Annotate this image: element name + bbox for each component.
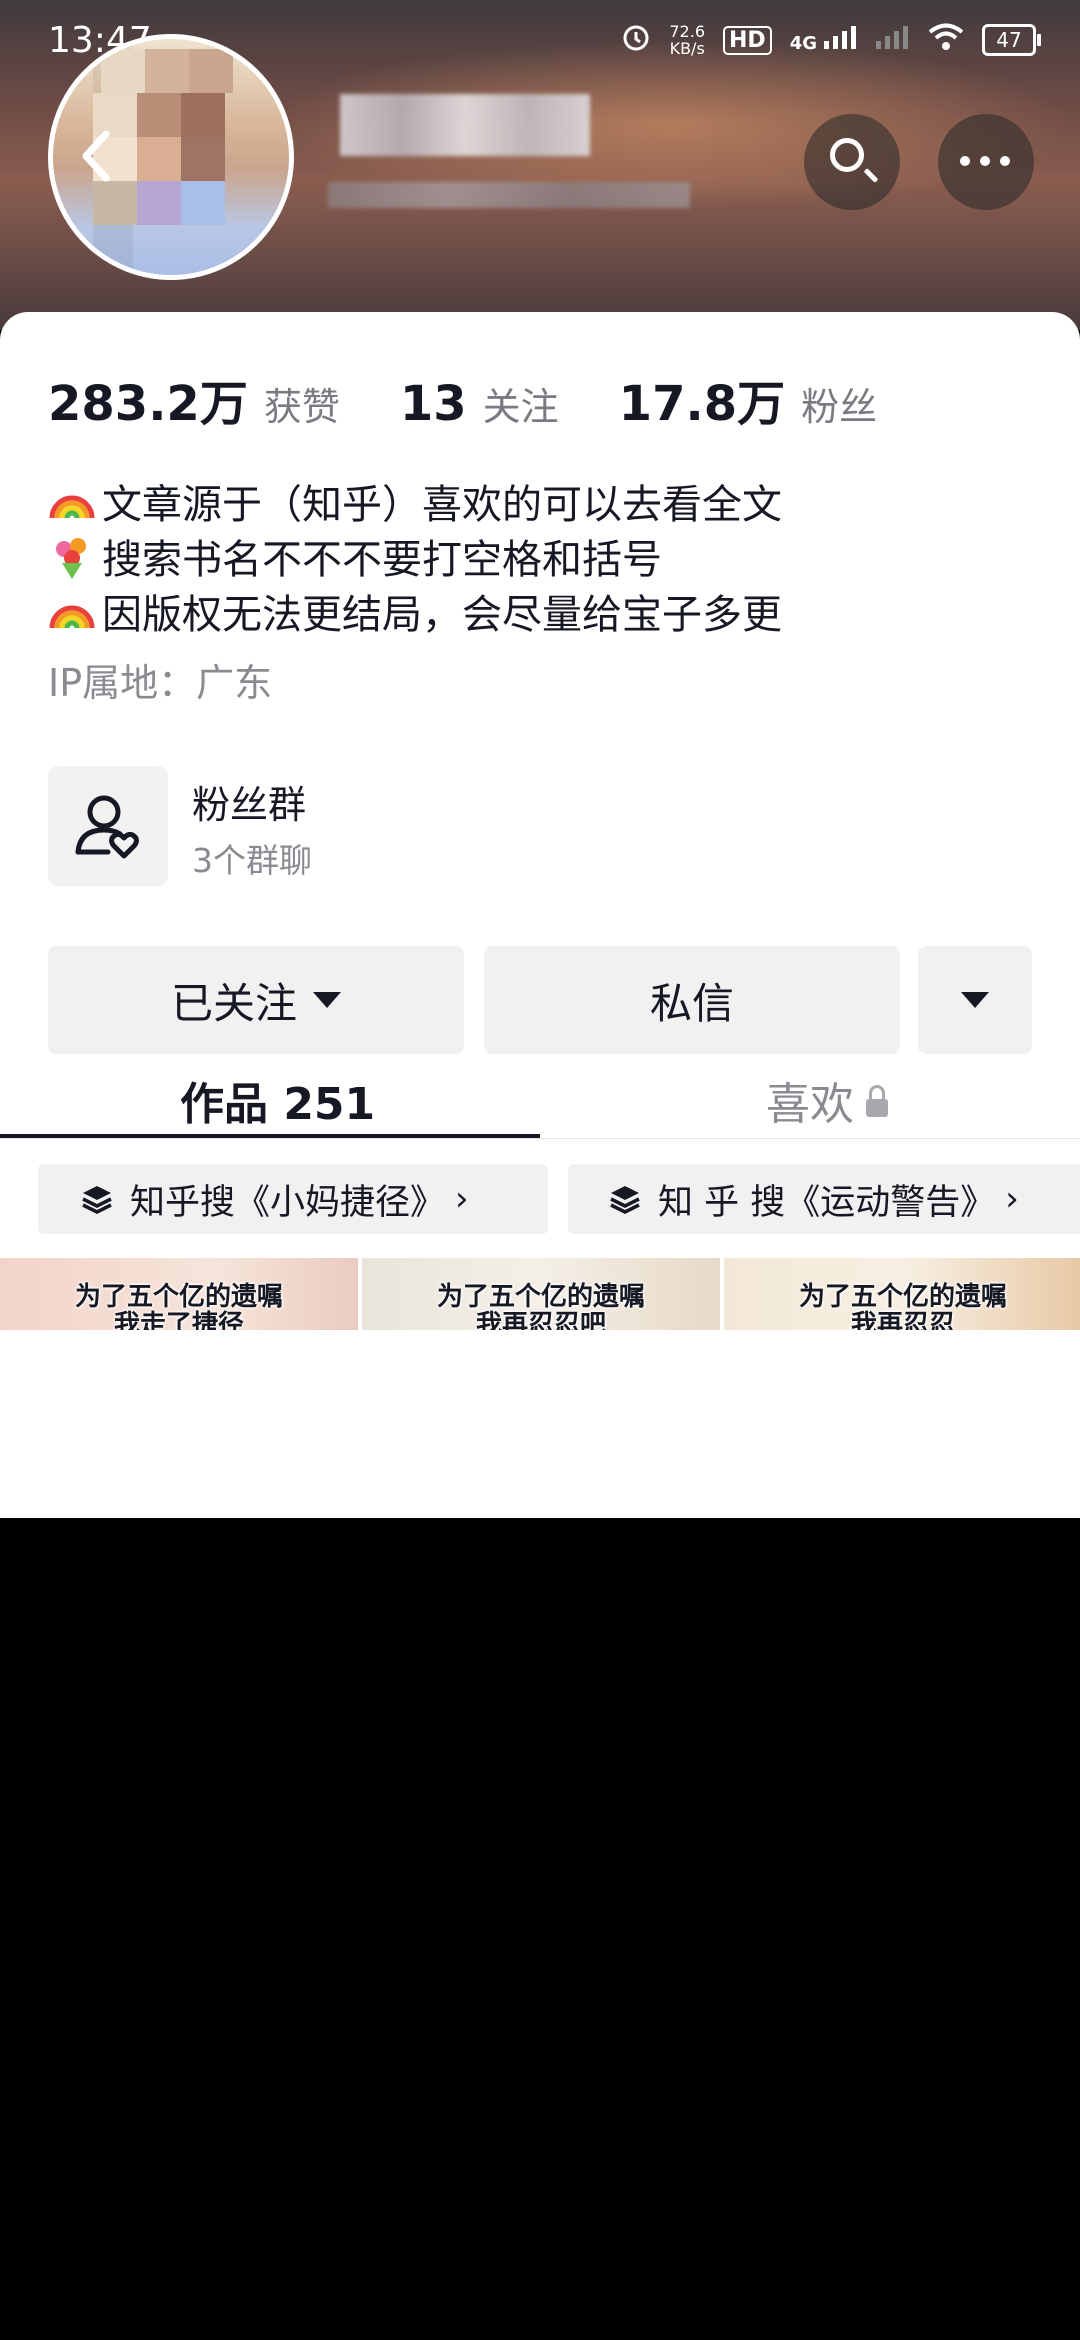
- tab-works[interactable]: 作品 251: [180, 1068, 375, 1132]
- back-button[interactable]: [66, 128, 126, 188]
- signal-empty-icon: [876, 25, 910, 55]
- video-thumbnail[interactable]: 为了五个亿的遗嘱 我再忍忍: [724, 1258, 1080, 1330]
- alarm-icon: [621, 22, 651, 58]
- stat-followers-value: 17.8万: [618, 376, 786, 432]
- search-icon: [830, 138, 864, 172]
- stat-following[interactable]: 13 关注: [400, 376, 559, 432]
- fan-group-icon-box: [48, 766, 168, 886]
- tab-likes[interactable]: 喜欢: [766, 1068, 888, 1132]
- user-heart-icon: [75, 795, 139, 859]
- user-id-blurred: [328, 182, 690, 208]
- more-dots-icon: [960, 156, 1010, 166]
- following-button[interactable]: 已关注: [48, 946, 464, 1054]
- video-caption: 我走了捷径: [113, 1310, 244, 1330]
- chevron-left-icon: [82, 130, 110, 182]
- profile-header-banner: 13:47 72.6 KB/s HD 4G 47: [0, 0, 1080, 330]
- message-button[interactable]: 私信: [484, 946, 900, 1054]
- stat-likes[interactable]: 283.2万 获赞: [48, 364, 340, 434]
- following-label: 已关注: [170, 978, 297, 1028]
- bio-line: 因版权无法更结局，会尽量给宝子多更: [48, 588, 782, 643]
- profile-card: 283.2万 获赞 13 关注 17.8万 粉丝 文章源于（知乎）喜欢的可以去看…: [0, 312, 1080, 1518]
- rainbow-icon: [49, 495, 95, 519]
- lock-icon: [866, 1085, 888, 1117]
- chevron-right-icon: ›: [455, 1179, 469, 1219]
- content-tabs: 作品 251 喜欢: [0, 1068, 1080, 1138]
- stat-following-label: 关注: [482, 385, 559, 429]
- bio-text: 因版权无法更结局，会尽量给宝子多更: [102, 592, 782, 638]
- bio-text: 文章源于（知乎）喜欢的可以去看全文: [102, 482, 782, 528]
- stack-layers-icon: [82, 1186, 112, 1214]
- collection-chip[interactable]: 知 乎 搜《运动警告》 ›: [568, 1164, 1080, 1234]
- chevron-right-icon: ›: [1005, 1179, 1019, 1219]
- video-caption: 我再忍忍吧: [475, 1310, 606, 1330]
- more-button[interactable]: [938, 114, 1034, 210]
- message-label: 私信: [649, 978, 734, 1028]
- video-thumbnail[interactable]: 为了五个亿的遗嘱 我走了捷径: [0, 1258, 358, 1330]
- fan-group-title: 粉丝群: [192, 783, 307, 827]
- stat-likes-value: 283.2万: [48, 376, 248, 432]
- collection-label: 知 乎 搜《运动警告》: [658, 1182, 996, 1223]
- video-grid: 为了五个亿的遗嘱 我走了捷径 为了五个亿的遗嘱 我再忍忍吧 为了五个亿的遗嘱 我…: [0, 1258, 1080, 1330]
- username-blurred: [340, 94, 590, 156]
- net-speed: 72.6 KB/s: [669, 22, 705, 58]
- stat-likes-label: 获赞: [263, 385, 340, 429]
- bio: 文章源于（知乎）喜欢的可以去看全文 搜索书名不不不要打空格和括号 因版权无法更结…: [48, 478, 782, 643]
- video-thumbnail[interactable]: 为了五个亿的遗嘱 我再忍忍吧: [362, 1258, 720, 1330]
- video-caption: 我再忍忍: [850, 1310, 955, 1330]
- fan-group-entry[interactable]: 粉丝群 3个群聊: [48, 766, 668, 888]
- wifi-icon: [928, 23, 964, 57]
- recommend-dropdown-button[interactable]: [918, 946, 1032, 1054]
- stack-layers-icon: [610, 1186, 640, 1214]
- collection-label: 知乎搜《小妈捷径》: [130, 1182, 446, 1223]
- stat-followers[interactable]: 17.8万 粉丝: [619, 364, 877, 434]
- collections-row: 知乎搜《小妈捷径》 › 知 乎 搜《运动警告》 ›: [0, 1164, 1080, 1236]
- signal-4g-icon: 4G: [790, 25, 858, 55]
- caret-down-icon: [961, 992, 989, 1008]
- rainbow-icon: [49, 605, 95, 629]
- stats-row: 283.2万 获赞 13 关注 17.8万 粉丝: [48, 364, 937, 434]
- hd-icon: HD: [723, 25, 772, 55]
- stat-following-value: 13: [399, 376, 467, 432]
- tab-divider: [0, 1138, 1080, 1139]
- stat-followers-label: 粉丝: [801, 385, 878, 429]
- bio-text: 搜索书名不不不要打空格和括号: [102, 537, 662, 583]
- bio-line: 文章源于（知乎）喜欢的可以去看全文: [48, 478, 782, 533]
- battery-icon: 47: [982, 24, 1041, 56]
- network-label: 4G: [789, 33, 817, 54]
- ip-location: IP属地：广东: [48, 661, 273, 705]
- caret-down-icon: [313, 992, 341, 1008]
- search-button[interactable]: [804, 114, 900, 210]
- collection-chip[interactable]: 知乎搜《小妈捷径》 ›: [38, 1164, 548, 1234]
- bio-line: 搜索书名不不不要打空格和括号: [48, 533, 782, 588]
- bouquet-icon: [56, 538, 86, 579]
- status-icons: 72.6 KB/s HD 4G 47: [621, 22, 1041, 58]
- fan-group-subtitle: 3个群聊: [192, 841, 312, 880]
- tab-likes-label: 喜欢: [766, 1079, 854, 1130]
